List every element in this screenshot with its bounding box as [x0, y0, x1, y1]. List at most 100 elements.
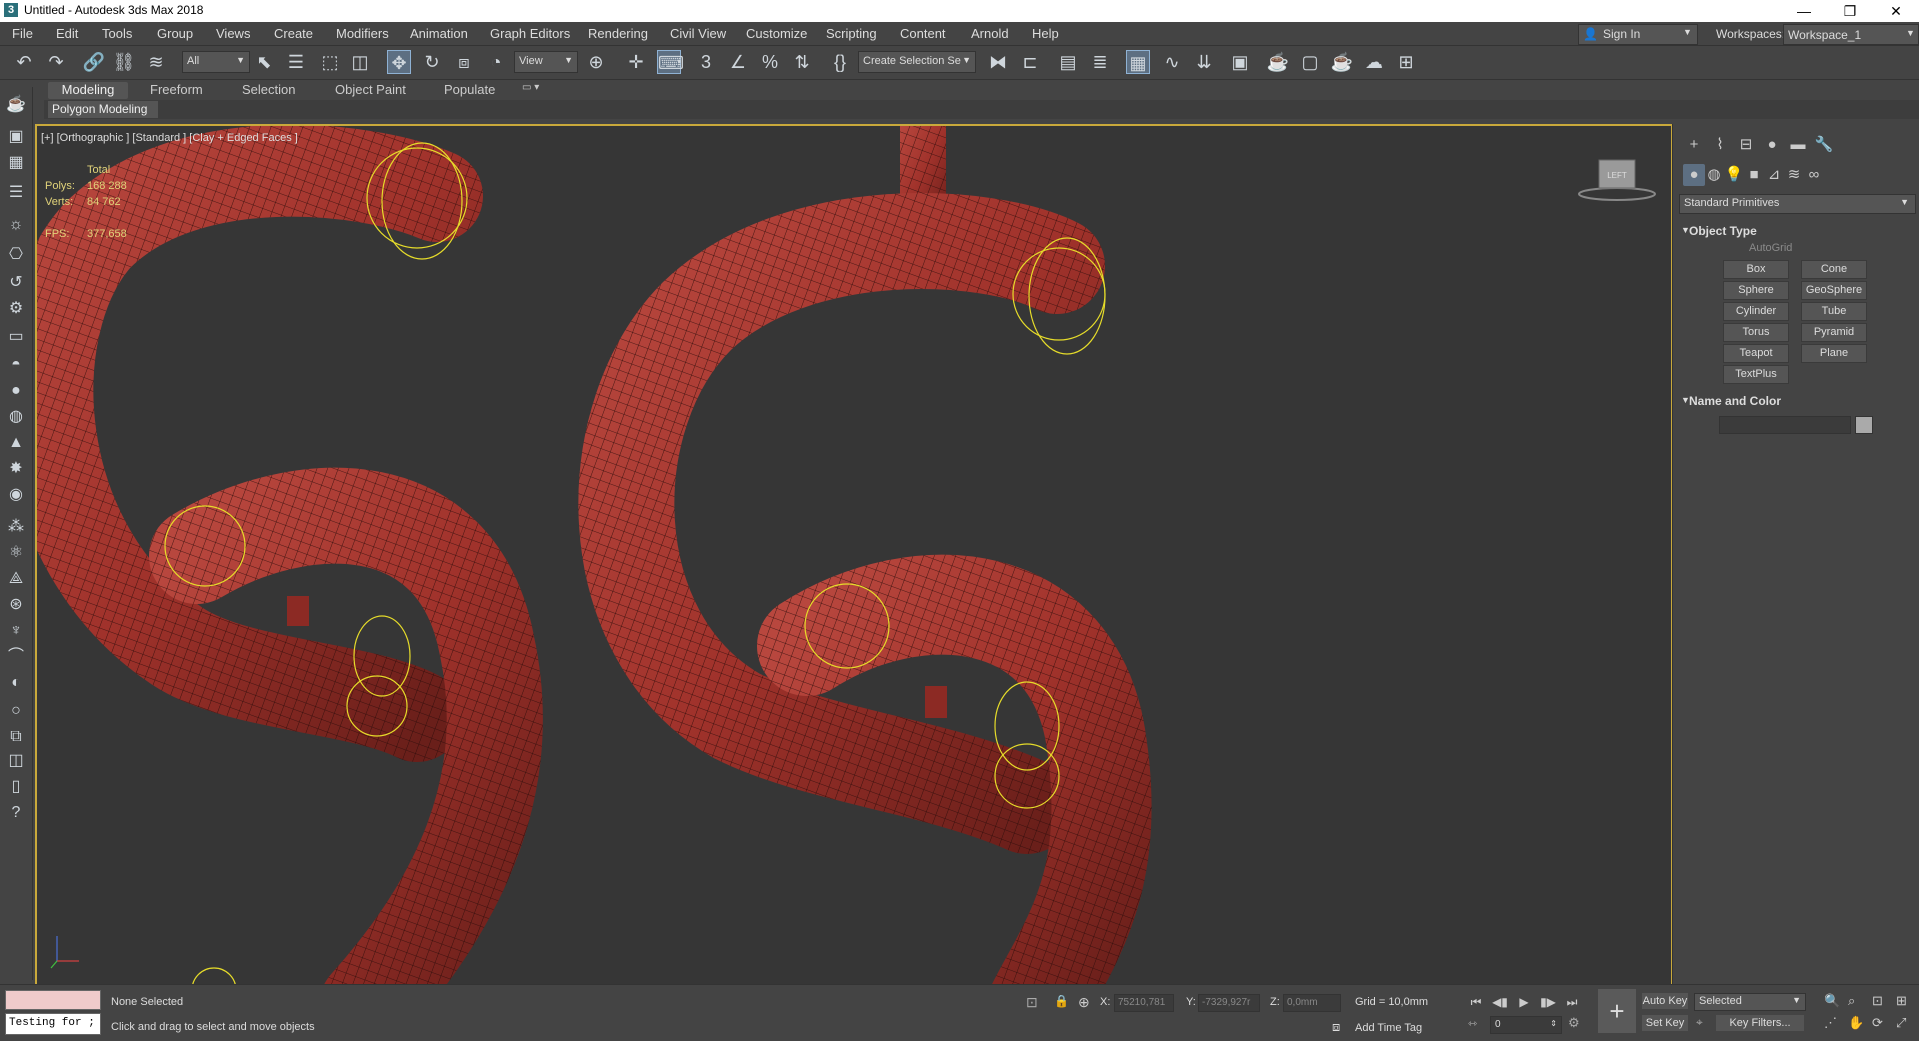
primitive-type-dropdown[interactable]: Standard Primitives ▼ [1679, 194, 1916, 214]
tab-modeling[interactable]: Modeling [48, 82, 128, 99]
field-of-view-icon[interactable]: ⋰ [1824, 1015, 1837, 1031]
rendered-frame-icon[interactable]: ▢ [1298, 50, 1322, 74]
key-filters-button[interactable]: Key Filters... [1716, 1015, 1804, 1031]
display-icon[interactable]: ▬ [1787, 134, 1809, 156]
manipulate-icon[interactable]: ✛ [624, 50, 648, 74]
rect-region-icon[interactable]: ⬚ [318, 50, 342, 74]
motion-icon[interactable]: ● [1761, 134, 1783, 156]
curve-editor-icon[interactable]: ∿ [1160, 50, 1184, 74]
tab-object-paint[interactable]: Object Paint [335, 82, 406, 99]
goto-start-icon[interactable]: ⏮ [1466, 993, 1486, 1011]
walk-icon[interactable]: ⚙ [6, 299, 26, 319]
isolate-selection-icon[interactable]: ⊡ [1026, 994, 1038, 1011]
systems-icon[interactable]: ∞ [1803, 164, 1825, 186]
autogrid-checkbox[interactable]: AutoGrid [1749, 242, 1792, 254]
pan-icon[interactable]: ✋ [1848, 1015, 1864, 1031]
ribbon-toggle-icon[interactable]: ▦ [1126, 50, 1150, 74]
restore-button[interactable]: ❐ [1827, 0, 1873, 22]
box-button[interactable]: Box [1723, 260, 1789, 279]
panel-icon[interactable]: ▭ [6, 327, 26, 347]
menu-create[interactable]: Create [274, 26, 313, 41]
next-frame-icon[interactable]: ▮▶ [1538, 993, 1558, 1011]
add-time-tag-button[interactable]: ⧈ Add Time Tag [1332, 1019, 1432, 1037]
helpers-icon[interactable]: ⊿ [1763, 164, 1785, 186]
play-icon[interactable]: ▶ [1514, 993, 1534, 1011]
create-icon[interactable]: + [1683, 134, 1705, 156]
workspace-dropdown[interactable]: Workspace_1 ▼ [1783, 24, 1919, 45]
polygon-modeling-button[interactable]: Polygon Modeling [48, 101, 158, 118]
viewport[interactable]: [+] [Orthographic ] [Standard ] [Clay + … [35, 124, 1673, 987]
rotate-view-icon[interactable]: ↺ [6, 273, 26, 293]
menu-views[interactable]: Views [216, 26, 250, 41]
mirror-icon[interactable]: ⧓ [986, 50, 1010, 74]
camera-icon[interactable]: ⎔ [6, 245, 26, 265]
zoom-all-icon[interactable]: ⌕ [1848, 993, 1855, 1009]
material-editor-icon[interactable]: ▣ [1228, 50, 1252, 74]
percent-snap-icon[interactable]: % [758, 50, 782, 74]
zoom-extents-icon[interactable]: ⊡ [1872, 993, 1883, 1009]
hierarchy-icon[interactable]: ⊟ [1735, 134, 1757, 156]
glass-sphere-icon[interactable]: ○ [6, 701, 26, 721]
particles-icon[interactable]: ⁂ [6, 517, 26, 537]
render-frame-icon[interactable]: ◫ [6, 751, 26, 771]
menu-file[interactable]: File [12, 26, 33, 41]
maxscript-listener-output[interactable] [5, 990, 101, 1010]
link-icon[interactable]: 🔗 [82, 50, 106, 74]
sun-icon[interactable]: ✸ [6, 459, 26, 479]
set-key-button[interactable]: Set Key [1642, 1015, 1688, 1031]
key-mode-dropdown[interactable]: Selected ▼ [1694, 993, 1806, 1011]
menu-group[interactable]: Group [157, 26, 193, 41]
utilities-icon[interactable]: 🔧 [1813, 134, 1835, 156]
scene-list-icon[interactable]: ☰ [6, 183, 26, 203]
goto-end-icon[interactable]: ⏭ [1562, 993, 1582, 1011]
ribbon-options-icon[interactable]: ▭ ▾ [522, 82, 539, 99]
y-coordinate-field[interactable]: -7329,927r [1198, 994, 1260, 1012]
tab-populate[interactable]: Populate [444, 82, 495, 99]
select-by-name-icon[interactable]: ☰ [284, 50, 308, 74]
viewport-label[interactable]: [+] [Orthographic ] [Standard ] [Clay + … [41, 132, 298, 144]
torus-button[interactable]: Torus [1723, 323, 1789, 342]
object-color-swatch[interactable] [1855, 416, 1873, 434]
unlink-icon[interactable]: ⛓ [112, 50, 136, 74]
sphere-button[interactable]: Sphere [1723, 281, 1789, 300]
bind-spacewarp-icon[interactable]: ≋ [144, 50, 168, 74]
modify-icon[interactable]: ⌇ [1709, 134, 1731, 156]
menu-rendering[interactable]: Rendering [588, 26, 648, 41]
material-sphere-icon[interactable]: ◉ [6, 485, 26, 505]
time-config-icon[interactable]: ⚙ [1568, 1015, 1580, 1031]
z-coordinate-field[interactable]: 0,0mm [1283, 994, 1341, 1012]
reference-coord-dropdown[interactable]: View ▼ [514, 51, 578, 73]
scale-icon[interactable]: ⧈ [452, 50, 476, 74]
plane-button[interactable]: Plane [1801, 344, 1867, 363]
object-name-field[interactable] [1719, 416, 1851, 434]
sign-in-button[interactable]: 👤 Sign In ▼ [1578, 24, 1698, 45]
menu-modifiers[interactable]: Modifiers [336, 26, 389, 41]
hair-icon[interactable]: ♆ [6, 621, 26, 641]
name-and-color-rollout[interactable]: ▼ Name and Color [1679, 392, 1914, 410]
menu-tools[interactable]: Tools [102, 26, 132, 41]
hf-icon[interactable]: ⌒ [6, 647, 26, 667]
geosphere-button[interactable]: GeoSphere [1801, 281, 1867, 300]
maximize-viewport-icon[interactable]: ⤢ [1896, 1015, 1906, 1031]
object-type-rollout[interactable]: ▼ Object Type [1679, 222, 1914, 240]
redo-icon[interactable]: ↷ [44, 50, 68, 74]
menu-content[interactable]: Content [900, 26, 946, 41]
auto-key-button[interactable]: Auto Key [1642, 993, 1688, 1009]
render-stack-icon[interactable]: ⧉ [6, 727, 26, 747]
key-mode-toggle-icon[interactable]: ⇿ [1468, 1017, 1477, 1030]
menu-animation[interactable]: Animation [410, 26, 468, 41]
menu-arnold[interactable]: Arnold [971, 26, 1009, 41]
window-crossing-icon[interactable]: ◫ [348, 50, 372, 74]
tab-selection[interactable]: Selection [242, 82, 295, 99]
shapes-icon[interactable]: ◍ [1703, 164, 1725, 186]
menu-civil-view[interactable]: Civil View [670, 26, 726, 41]
cone-button[interactable]: Cone [1801, 260, 1867, 279]
minimize-button[interactable]: — [1781, 0, 1827, 22]
cylinder-button[interactable]: Cylinder [1723, 302, 1789, 321]
spinner-snap-icon[interactable]: ⇅ [790, 50, 814, 74]
globe-icon[interactable]: ⊛ [6, 595, 26, 615]
render-icon[interactable]: ☕ [1330, 50, 1354, 74]
clipboard-icon[interactable]: ▯ [6, 777, 26, 797]
absolute-mode-icon[interactable]: ⊕ [1078, 994, 1090, 1011]
pyramid-button[interactable]: Pyramid [1801, 323, 1867, 342]
